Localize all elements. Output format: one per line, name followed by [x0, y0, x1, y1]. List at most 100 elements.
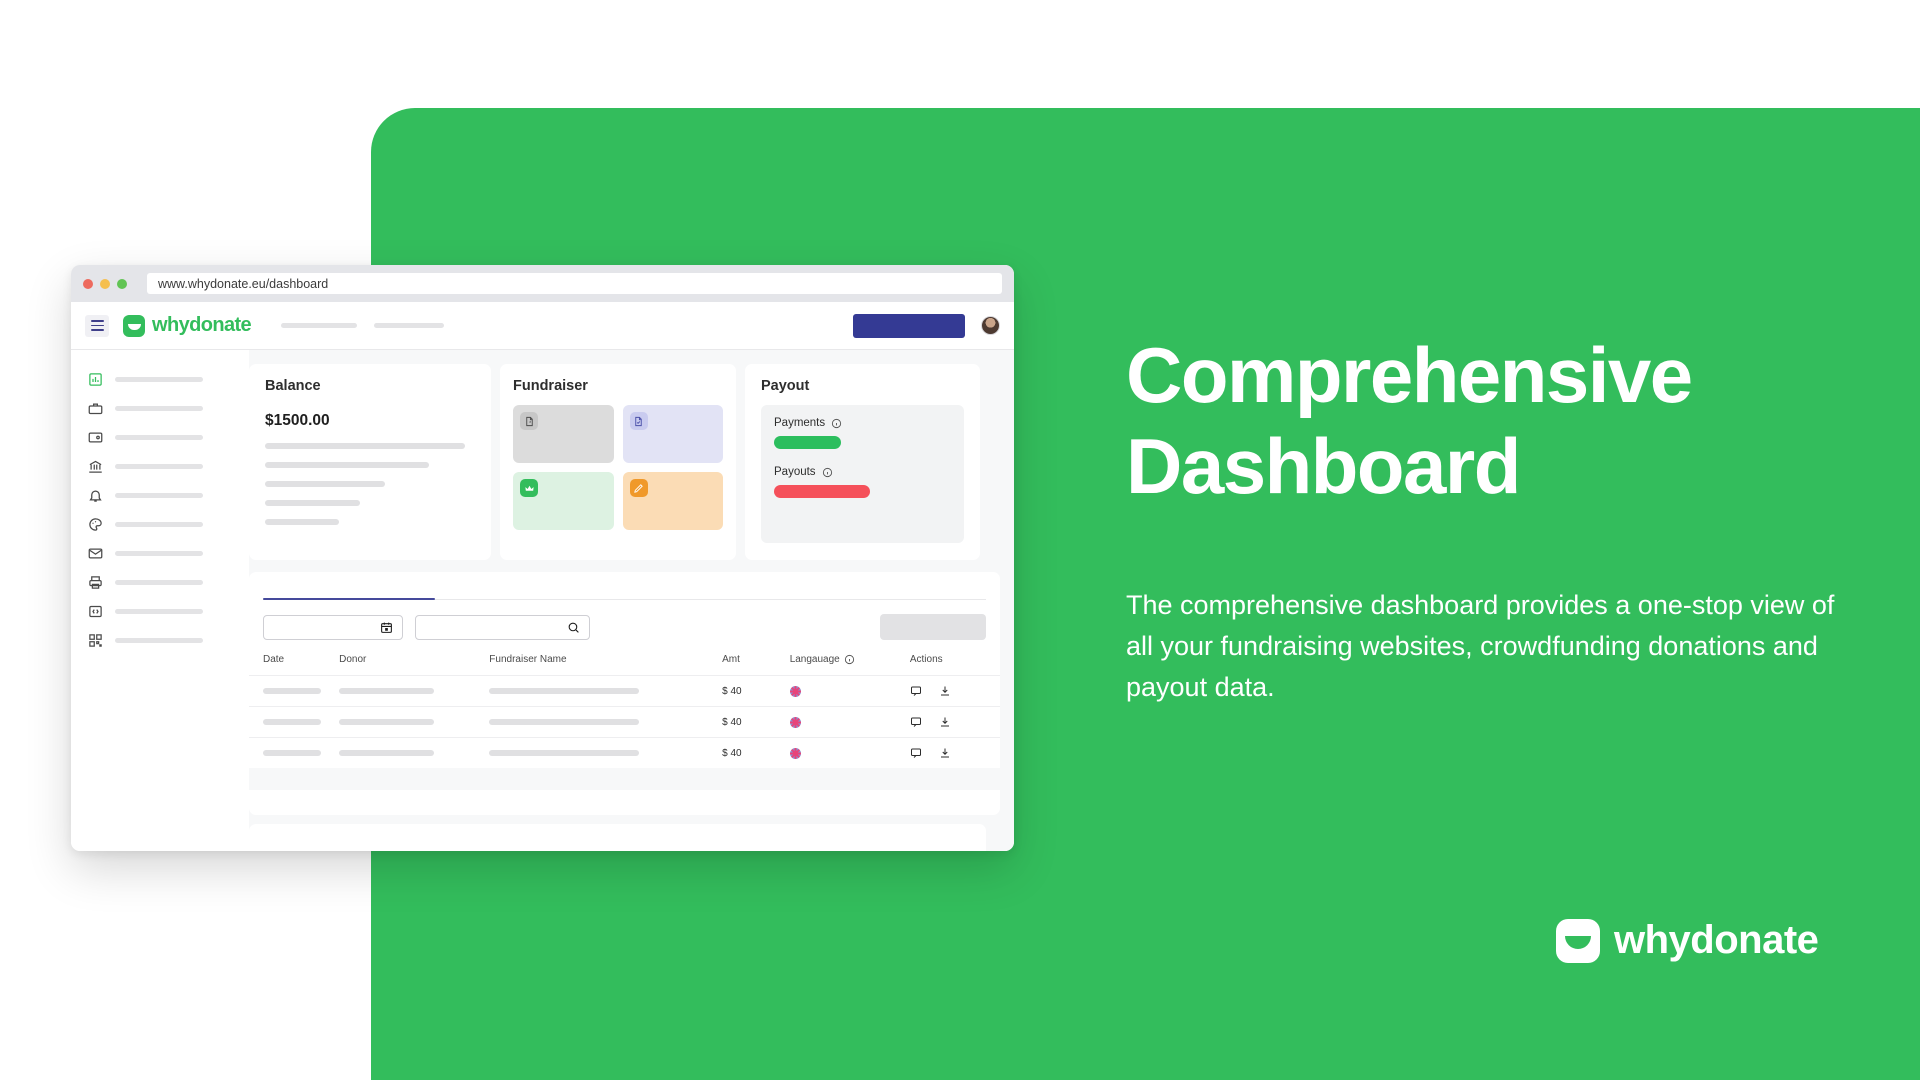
table-row[interactable]: $ 40	[249, 706, 1000, 738]
sidebar-item-label	[115, 609, 203, 614]
cell-actions	[909, 706, 1000, 738]
download-action-button[interactable]	[939, 685, 951, 697]
donations-table: Date Donor Fundraiser Name Amt Langauage Acti…	[249, 654, 1000, 768]
info-icon[interactable]	[822, 467, 833, 478]
summary-cards-row: Balance $1500.00 Fundraiser Payout Payme…	[249, 364, 1000, 560]
sidebar-item-label	[115, 435, 203, 440]
printer-icon	[88, 575, 103, 590]
briefcase-icon	[88, 401, 103, 416]
nav-item-placeholder[interactable]	[374, 323, 445, 328]
download-action-button[interactable]	[939, 747, 951, 759]
page-title: Comprehensive Dashboard	[1126, 331, 1693, 510]
fundraiser-card: Fundraiser	[500, 364, 736, 560]
export-button[interactable]	[880, 614, 986, 640]
info-icon[interactable]	[844, 654, 855, 665]
table-footer	[249, 768, 1000, 790]
cell-fundraiser-name	[489, 706, 723, 738]
table-column-header: Date	[263, 654, 285, 665]
bank-icon	[88, 459, 103, 474]
table-row[interactable]: $ 40	[249, 675, 1000, 707]
cell-donor	[339, 737, 490, 768]
dashboard-content: Balance $1500.00 Fundraiser Payout Payme…	[249, 350, 1014, 851]
table-row[interactable]: $ 40	[249, 737, 1000, 768]
avatar[interactable]	[981, 316, 1000, 335]
cell-date	[249, 675, 340, 707]
sidebar-item-embed-code[interactable]	[71, 597, 249, 626]
payout-label-text: Payouts	[774, 466, 816, 478]
donations-table-panel: Date Donor Fundraiser Name Amt Langauage Acti…	[249, 572, 1000, 815]
sidebar-item-label	[115, 522, 203, 527]
draft-tile[interactable]	[513, 405, 614, 463]
fundraiser-tiles	[513, 405, 723, 530]
whydonate-smile-icon	[1556, 918, 1600, 963]
comment-icon	[910, 686, 921, 696]
sidebar-item-bank[interactable]	[71, 452, 249, 481]
sidebar-item-dashboard[interactable]	[71, 365, 249, 394]
balance-detail-placeholder	[265, 443, 475, 525]
table-bottom-card	[249, 824, 986, 851]
pencil-icon	[629, 479, 648, 497]
browser-window: www.whydonate.eu/dashboard whydonate Bal…	[71, 265, 1014, 851]
uk-flag-icon	[789, 747, 801, 759]
table-column-header: Amt	[722, 654, 740, 665]
calendar-icon	[381, 622, 392, 633]
edit-tile[interactable]	[622, 472, 723, 530]
payout-card: Payout Payments Payouts	[745, 364, 980, 560]
cell-actions	[909, 675, 1000, 707]
table-column-header: Actions	[909, 654, 943, 665]
active-tile[interactable]	[513, 472, 614, 530]
comment-action-button[interactable]	[910, 716, 922, 728]
search-icon	[568, 622, 579, 633]
sidebar-item-print[interactable]	[71, 568, 249, 597]
tab-strip	[263, 572, 986, 600]
download-action-button[interactable]	[939, 716, 951, 728]
balance-skeleton-line	[265, 500, 360, 506]
sidebar-item-appearance[interactable]	[71, 510, 249, 539]
cell-language	[789, 675, 910, 707]
date-filter-input[interactable]	[263, 614, 403, 640]
sidebar-item-label	[115, 580, 203, 585]
balance-amount: $1500.00	[265, 412, 330, 429]
info-icon[interactable]	[831, 418, 842, 429]
table-column-header: Langauage	[790, 654, 910, 676]
payout-row-label: Payments	[774, 417, 951, 429]
file-check-icon	[629, 412, 648, 430]
hero-description: The comprehensive dashboard provides a o…	[1126, 590, 1835, 702]
app-header: whydonate	[71, 302, 1014, 350]
table-column-header: Fundraiser Name	[489, 654, 567, 665]
sidebar-item-label	[115, 551, 203, 556]
download-icon	[940, 686, 949, 696]
close-window-button[interactable]	[83, 278, 93, 289]
header-cta-button[interactable]	[853, 313, 965, 338]
payout-progress-bar	[774, 485, 870, 498]
sidebar-item-notifications[interactable]	[71, 481, 249, 510]
browser-chrome: www.whydonate.eu/dashboard	[71, 265, 1014, 302]
address-bar[interactable]: www.whydonate.eu/dashboard	[147, 273, 1002, 294]
comment-action-button[interactable]	[910, 747, 922, 759]
sidebar-item-fundraisers[interactable]	[71, 394, 249, 423]
comment-action-button[interactable]	[910, 685, 922, 697]
maximize-window-button[interactable]	[117, 278, 127, 289]
hamburger-menu-icon[interactable]	[85, 314, 109, 337]
app-logo[interactable]: whydonate	[123, 314, 252, 337]
file-draft-icon	[520, 412, 538, 430]
cell-fundraiser-name	[489, 675, 723, 707]
bell-icon	[88, 488, 103, 503]
cell-amount: $ 40	[722, 737, 790, 768]
minimize-window-button[interactable]	[100, 278, 110, 289]
tab-active-indicator	[263, 597, 435, 600]
uk-flag-icon	[789, 685, 801, 697]
sidebar-item-mail[interactable]	[71, 539, 249, 568]
header-nav	[281, 323, 445, 328]
balance-skeleton-line	[265, 443, 465, 449]
sidebar	[71, 350, 249, 851]
nav-item-placeholder[interactable]	[281, 323, 358, 328]
search-input[interactable]	[415, 614, 590, 640]
payout-row-label: Payouts	[774, 466, 951, 478]
sidebar-item-label	[115, 377, 203, 382]
cell-language	[789, 706, 910, 738]
sidebar-item-wallet[interactable]	[71, 423, 249, 452]
sidebar-item-qr-code[interactable]	[71, 626, 249, 655]
document-tile[interactable]	[622, 405, 723, 463]
balance-skeleton-line	[265, 462, 429, 468]
